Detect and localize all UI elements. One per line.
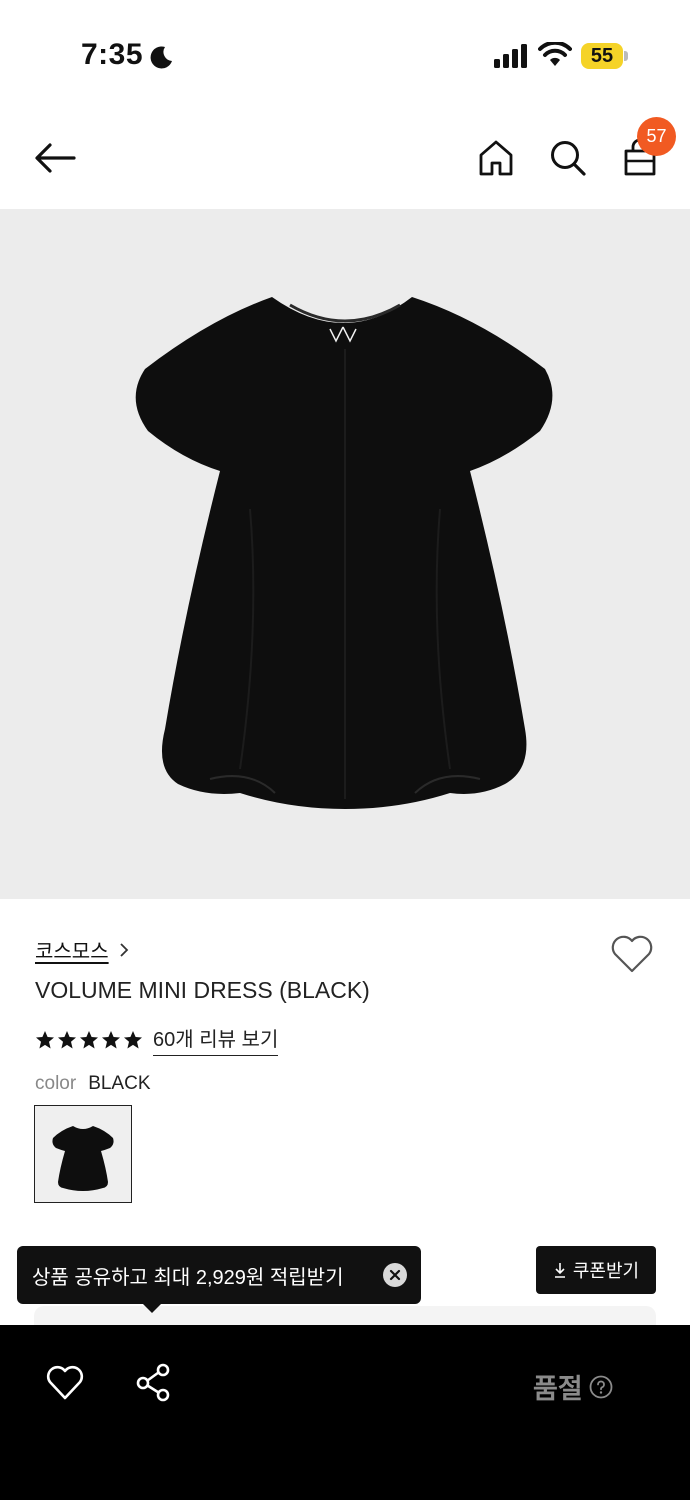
download-icon (554, 1263, 565, 1278)
search-icon (551, 141, 586, 176)
battery-icon: 55 (581, 43, 629, 69)
home-icon (479, 140, 513, 176)
share-icon (136, 1363, 170, 1402)
tooltip-close-button[interactable] (383, 1263, 407, 1287)
search-button[interactable] (544, 134, 592, 182)
rating-row: 60개 리뷰 보기 (35, 1023, 279, 1056)
product-title: VOLUME MINI DRESS (BLACK) (35, 977, 370, 1003)
star-icon (36, 1030, 54, 1048)
soldout-status: 품절 (533, 1367, 613, 1406)
star-icon (102, 1030, 120, 1048)
brand-link[interactable]: 코스모스 (35, 935, 129, 964)
star-icon (58, 1030, 76, 1048)
dress-image (135, 297, 553, 809)
status-time: 7:35 (81, 38, 144, 71)
coupon-label: 쿠폰받기 (572, 1261, 640, 1281)
back-arrow-icon (35, 143, 76, 173)
soldout-label: 품절 (533, 1374, 583, 1404)
color-label: color (35, 1073, 77, 1094)
star-icon (80, 1030, 98, 1048)
top-nav (0, 110, 690, 210)
chevron-right-icon (119, 942, 128, 957)
color-value: BLACK (88, 1073, 151, 1094)
tooltip-arrow (142, 1303, 162, 1313)
rating-stars (35, 1030, 143, 1050)
signal-icon (494, 44, 527, 68)
bottom-wishlist-button[interactable] (45, 1363, 85, 1403)
close-icon (389, 1269, 401, 1281)
heart-icon (611, 935, 653, 973)
coupon-button[interactable]: 쿠폰받기 (536, 1246, 656, 1294)
dress-thumbnail (52, 1126, 114, 1191)
back-button[interactable] (31, 134, 79, 182)
heart-icon (46, 1365, 84, 1400)
share-reward-tooltip: 상품 공유하고 최대 2,929원 적립받기 (17, 1246, 421, 1304)
color-row: color BLACK (35, 1073, 151, 1095)
review-link[interactable]: 60개 리뷰 보기 (153, 1023, 279, 1056)
help-icon[interactable] (589, 1375, 613, 1399)
star-icon (124, 1030, 142, 1048)
home-button[interactable] (472, 134, 520, 182)
status-bar: 7:35 55 (0, 0, 690, 110)
tooltip-text: 상품 공유하고 최대 2,929원 적립받기 (32, 1266, 344, 1289)
wishlist-button[interactable] (610, 934, 654, 974)
color-swatch-black[interactable] (34, 1105, 132, 1203)
bottom-action-bar (0, 1325, 690, 1500)
brand-name: 코스모스 (35, 941, 109, 963)
share-button[interactable] (134, 1362, 174, 1402)
cart-count-badge: 57 (637, 117, 676, 156)
battery-level: 55 (581, 43, 623, 69)
wifi-icon (538, 42, 572, 66)
battery-tip (624, 51, 628, 61)
moon-icon (150, 46, 172, 69)
product-image[interactable] (0, 209, 690, 899)
